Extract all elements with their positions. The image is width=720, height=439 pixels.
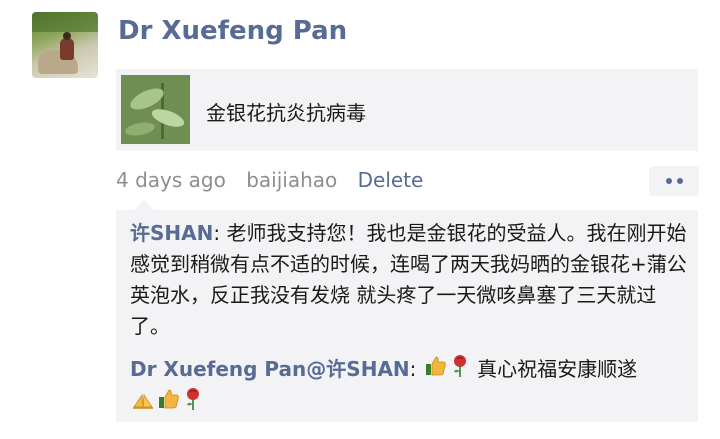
post-meta: 4 days ago baijiahao Delete: [116, 168, 437, 192]
thumbs-up-icon: [157, 387, 181, 420]
thumbnail-leaf: [149, 105, 187, 131]
folded-hands-icon: [131, 387, 155, 420]
link-thumbnail: [121, 75, 190, 144]
rose-icon: [450, 354, 470, 387]
comment-author[interactable]: Dr Xuefeng Pan: [130, 357, 306, 381]
shared-link-card[interactable]: 金银花抗炎抗病毒: [116, 69, 698, 151]
delete-button[interactable]: Delete: [358, 168, 424, 192]
comment-item[interactable]: Dr Xuefeng Pan@许SHAN: 真心祝福安康顺遂: [130, 354, 692, 420]
thumbs-up-icon: [424, 354, 448, 387]
comments-panel: 许SHAN: 老师我支持您！我也是金银花的受益人。我在刚开始感觉到稍微有点不适的…: [116, 210, 698, 422]
comment-separator: :: [409, 357, 423, 381]
thumbnail-leaf: [124, 120, 156, 138]
link-title: 金银花抗炎抗病毒: [206, 101, 366, 125]
rose-icon: [183, 387, 203, 420]
moments-post: Dr Xuefeng Pan 金银花抗炎抗病毒 4 days ago baiji…: [0, 0, 720, 439]
more-dot-icon: [665, 178, 672, 184]
comments-pointer: [134, 200, 154, 210]
comment-separator: :: [213, 221, 227, 245]
more-actions-button[interactable]: [649, 166, 699, 196]
comment-author[interactable]: 许SHAN: [130, 221, 213, 245]
avatar-foliage: [32, 12, 98, 32]
avatar-person-head: [63, 32, 71, 40]
more-dot-icon: [676, 178, 683, 184]
post-source[interactable]: baijiahao: [246, 168, 337, 192]
author-avatar[interactable]: [32, 12, 98, 78]
author-name[interactable]: Dr Xuefeng Pan: [118, 16, 347, 46]
post-time: 4 days ago: [116, 168, 226, 192]
comment-text: 真心祝福安康顺遂: [470, 357, 638, 381]
comment-at-symbol: @: [306, 357, 327, 381]
avatar-person: [60, 38, 74, 60]
comment-item[interactable]: 许SHAN: 老师我支持您！我也是金银花的受益人。我在刚开始感觉到稍微有点不适的…: [130, 218, 692, 342]
comment-reply-target[interactable]: 许SHAN: [326, 357, 409, 381]
